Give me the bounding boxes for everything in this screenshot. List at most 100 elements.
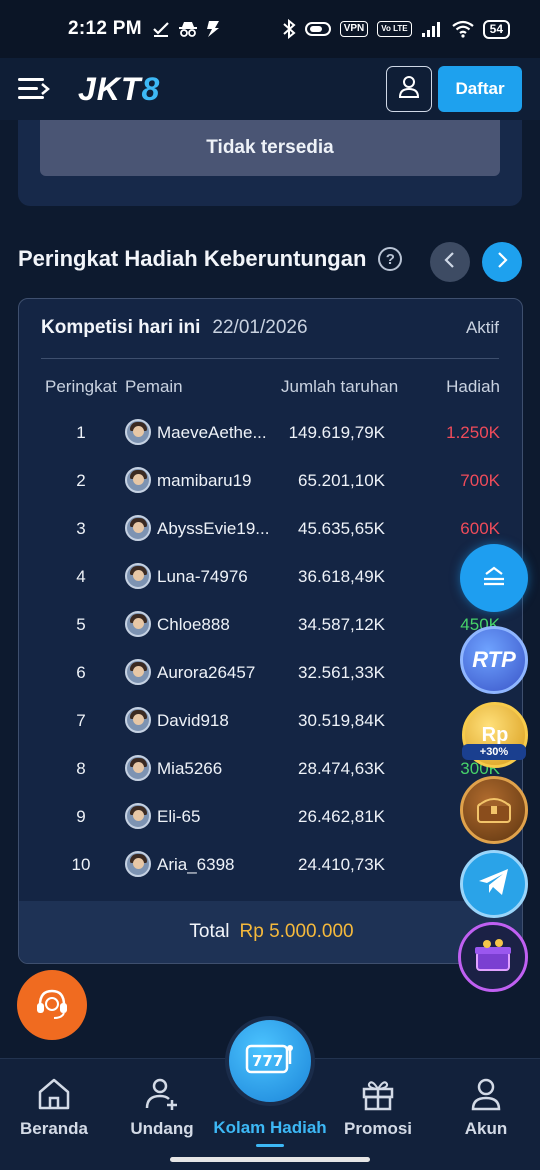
avatar xyxy=(125,611,151,637)
col-bet: Jumlah taruhan xyxy=(281,377,399,396)
player-name: David918 xyxy=(157,711,229,730)
chevron-up-icon xyxy=(481,565,507,592)
add-user-icon xyxy=(112,1077,212,1111)
bet-amount: 30.519,84K xyxy=(298,711,385,730)
gift-box-icon xyxy=(473,938,513,977)
gift-icon xyxy=(328,1077,428,1111)
volte-badge: Vo LTE xyxy=(377,21,412,37)
nav-promotions[interactable]: Promosi xyxy=(328,1077,428,1139)
total-bar: Total Rp 5.000.000 xyxy=(19,901,522,963)
avatar xyxy=(125,467,151,493)
telegram-button[interactable] xyxy=(460,850,528,918)
rtp-button[interactable]: RTP xyxy=(460,626,528,694)
data-saver-icon xyxy=(304,21,331,37)
app-header: JKT8 Daftar xyxy=(0,58,540,120)
table-header: Peringkat Pemain Jumlah taruhan Hadiah xyxy=(19,377,522,401)
rank-cell: 8 xyxy=(76,759,86,778)
previous-button[interactable] xyxy=(430,242,470,282)
customer-support-button[interactable] xyxy=(17,970,87,1040)
table-row: 1 MaeveAethe... 149.619,79K 1.250K xyxy=(19,409,522,457)
signal-icon xyxy=(421,20,443,38)
section-title: Peringkat Hadiah Keberuntungan ? xyxy=(18,246,403,272)
bet-amount: 24.410,73K xyxy=(298,855,385,874)
gift-box-button[interactable] xyxy=(458,922,528,992)
user-icon xyxy=(398,75,420,104)
col-prize: Hadiah xyxy=(446,377,500,396)
account-icon xyxy=(436,1077,536,1111)
rank-cell: 2 xyxy=(76,471,86,490)
table-row: 9 Eli-65 26.462,81K xyxy=(19,793,522,841)
status-time: 2:12 PM xyxy=(68,18,142,39)
player-name: Chloe888 xyxy=(157,615,230,634)
bet-amount: 28.474,63K xyxy=(298,759,385,778)
player-name: Aurora26457 xyxy=(157,663,256,682)
bet-amount: 26.462,81K xyxy=(298,807,385,826)
bet-amount: 32.561,33K xyxy=(298,663,385,682)
vpn-badge: VPN xyxy=(339,21,369,37)
avatar xyxy=(125,707,151,733)
rank-cell: 7 xyxy=(76,711,86,730)
status-bar: 2:12 PM VPN Vo LTE 54 xyxy=(0,0,540,58)
player-name: Luna-74976 xyxy=(157,567,248,586)
login-button[interactable] xyxy=(386,66,432,112)
total-label: Total xyxy=(189,921,230,942)
home-indicator[interactable] xyxy=(170,1157,370,1162)
headset-icon xyxy=(32,983,72,1028)
nav-invite[interactable]: Undang xyxy=(112,1077,212,1139)
avatar xyxy=(125,659,151,685)
rank-cell: 10 xyxy=(71,855,91,874)
rank-cell: 4 xyxy=(76,567,86,586)
table-row: 10Aria_639824.410,73K2 xyxy=(19,841,522,889)
player-name: Mia5266 xyxy=(157,759,223,778)
bonus-tag: +30% xyxy=(462,744,526,760)
table-row: 4 Luna-74976 36.618,49K xyxy=(19,553,522,601)
bet-amount: 45.635,65K xyxy=(298,519,385,538)
col-rank: Peringkat xyxy=(45,377,117,396)
competition-status: Aktif xyxy=(465,318,499,337)
home-icon xyxy=(4,1077,104,1111)
rank-cell: 9 xyxy=(76,807,86,826)
app-notification-icon xyxy=(206,20,220,38)
bet-amount: 65.201,10K xyxy=(298,471,385,490)
leaderboard-pager xyxy=(430,242,522,282)
avatar xyxy=(125,563,151,589)
table-row: 3 AbyssEvie19... 45.635,65K 600K xyxy=(19,505,522,553)
rank-cell: 1 xyxy=(76,423,86,442)
rank-cell: 6 xyxy=(76,663,86,682)
brand-logo[interactable]: JKT8 xyxy=(78,71,160,108)
treasure-chest-button[interactable] xyxy=(460,776,528,844)
telegram-icon xyxy=(477,867,511,902)
competition-header: Kompetisi hari ini 22/01/2026 Aktif xyxy=(41,317,499,359)
table-row: 6Aurora2645732.561,33K4 xyxy=(19,649,522,697)
total-amount: Rp 5.000.000 xyxy=(239,921,354,942)
treasure-chest-icon xyxy=(474,792,514,829)
next-button[interactable] xyxy=(482,242,522,282)
avatar xyxy=(125,803,151,829)
jackpot-card: Tidak tersedia xyxy=(18,120,522,206)
table-row: 8 Mia5266 28.474,63K 300K xyxy=(19,745,522,793)
col-player: Pemain xyxy=(125,377,183,396)
leaderboard-rows: 1 MaeveAethe... 149.619,79K 1.250K 2 mamibaru… xyxy=(19,409,522,889)
nav-home[interactable]: Beranda xyxy=(4,1077,104,1139)
table-row: 5 Chloe888 34.587,12K 450K xyxy=(19,601,522,649)
prize-amount: 600K xyxy=(460,519,500,538)
wifi-icon xyxy=(451,20,474,38)
nav-prize-pool[interactable]: 777 xyxy=(225,1016,315,1106)
battery-indicator: 54 xyxy=(482,19,510,39)
avatar xyxy=(125,515,151,541)
active-tab-indicator xyxy=(256,1144,284,1147)
player-name: Eli-65 xyxy=(157,807,201,826)
prize-amount: 1.250K xyxy=(446,423,500,442)
rank-cell: 3 xyxy=(76,519,86,538)
player-name: AbyssEvie19... xyxy=(157,519,270,538)
player-name: mamibaru19 xyxy=(157,471,252,490)
help-icon[interactable]: ? xyxy=(378,247,403,271)
scroll-top-button[interactable] xyxy=(460,544,528,612)
menu-icon[interactable] xyxy=(18,76,50,102)
nav-prize-pool-label[interactable]: Kolam Hadiah xyxy=(200,1118,340,1138)
chevron-left-icon xyxy=(443,251,457,274)
competition-date: 22/01/2026 xyxy=(212,317,308,338)
nav-account[interactable]: Akun xyxy=(436,1077,536,1139)
register-button[interactable]: Daftar xyxy=(438,66,522,112)
avatar xyxy=(125,419,151,445)
